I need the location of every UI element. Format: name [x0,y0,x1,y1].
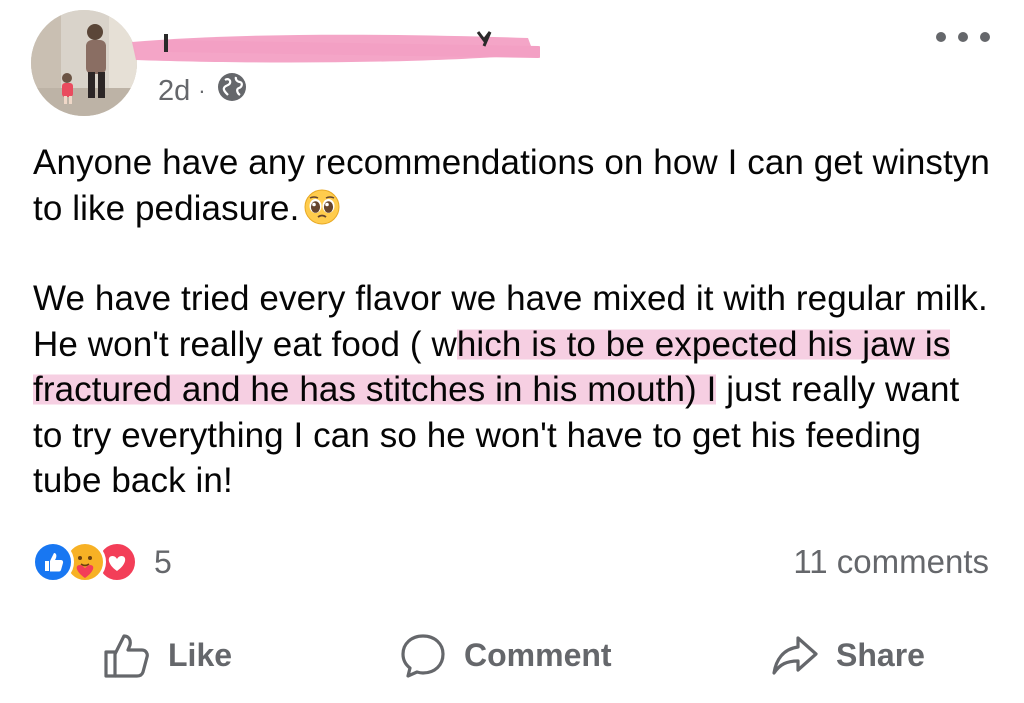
post-paragraph-1: Anyone have any recommendations on how I… [33,140,993,231]
share-arrow-icon [772,636,818,675]
reaction-count: 5 [154,543,172,580]
post-paragraph-1-text: Anyone have any recommendations on how I… [33,143,990,228]
post-meta: 2d · [158,71,248,111]
author-avatar[interactable] [31,10,137,116]
share-button[interactable]: Share [770,626,925,684]
more-dot [958,32,968,42]
more-dot [936,32,946,42]
meta-separator: · [198,78,206,103]
pleading-face-emoji [304,189,340,224]
more-options-icon[interactable] [936,20,990,54]
like-button[interactable]: Like [102,626,232,684]
post-action-bar: Like Comment Share [0,626,1024,684]
comment-bubble-icon [401,634,445,678]
share-label: Share [836,636,925,673]
reactions-summary[interactable]: 5 [32,540,172,584]
globe-icon [216,71,248,111]
post-timestamp[interactable]: 2d [158,75,190,108]
comment-label: Comment [464,636,612,673]
more-dot [980,32,990,42]
post-paragraph-2: We have tried every flavor we have mixed… [33,276,993,504]
name-redaction-scribble [132,31,540,63]
thumbs-up-icon [104,634,149,678]
comments-count[interactable]: 11 comments [793,540,989,584]
like-label: Like [168,636,233,673]
comment-button[interactable]: Comment [398,626,612,684]
like-reaction-icon [32,541,74,583]
post-body: Anyone have any recommendations on how I… [33,140,993,504]
